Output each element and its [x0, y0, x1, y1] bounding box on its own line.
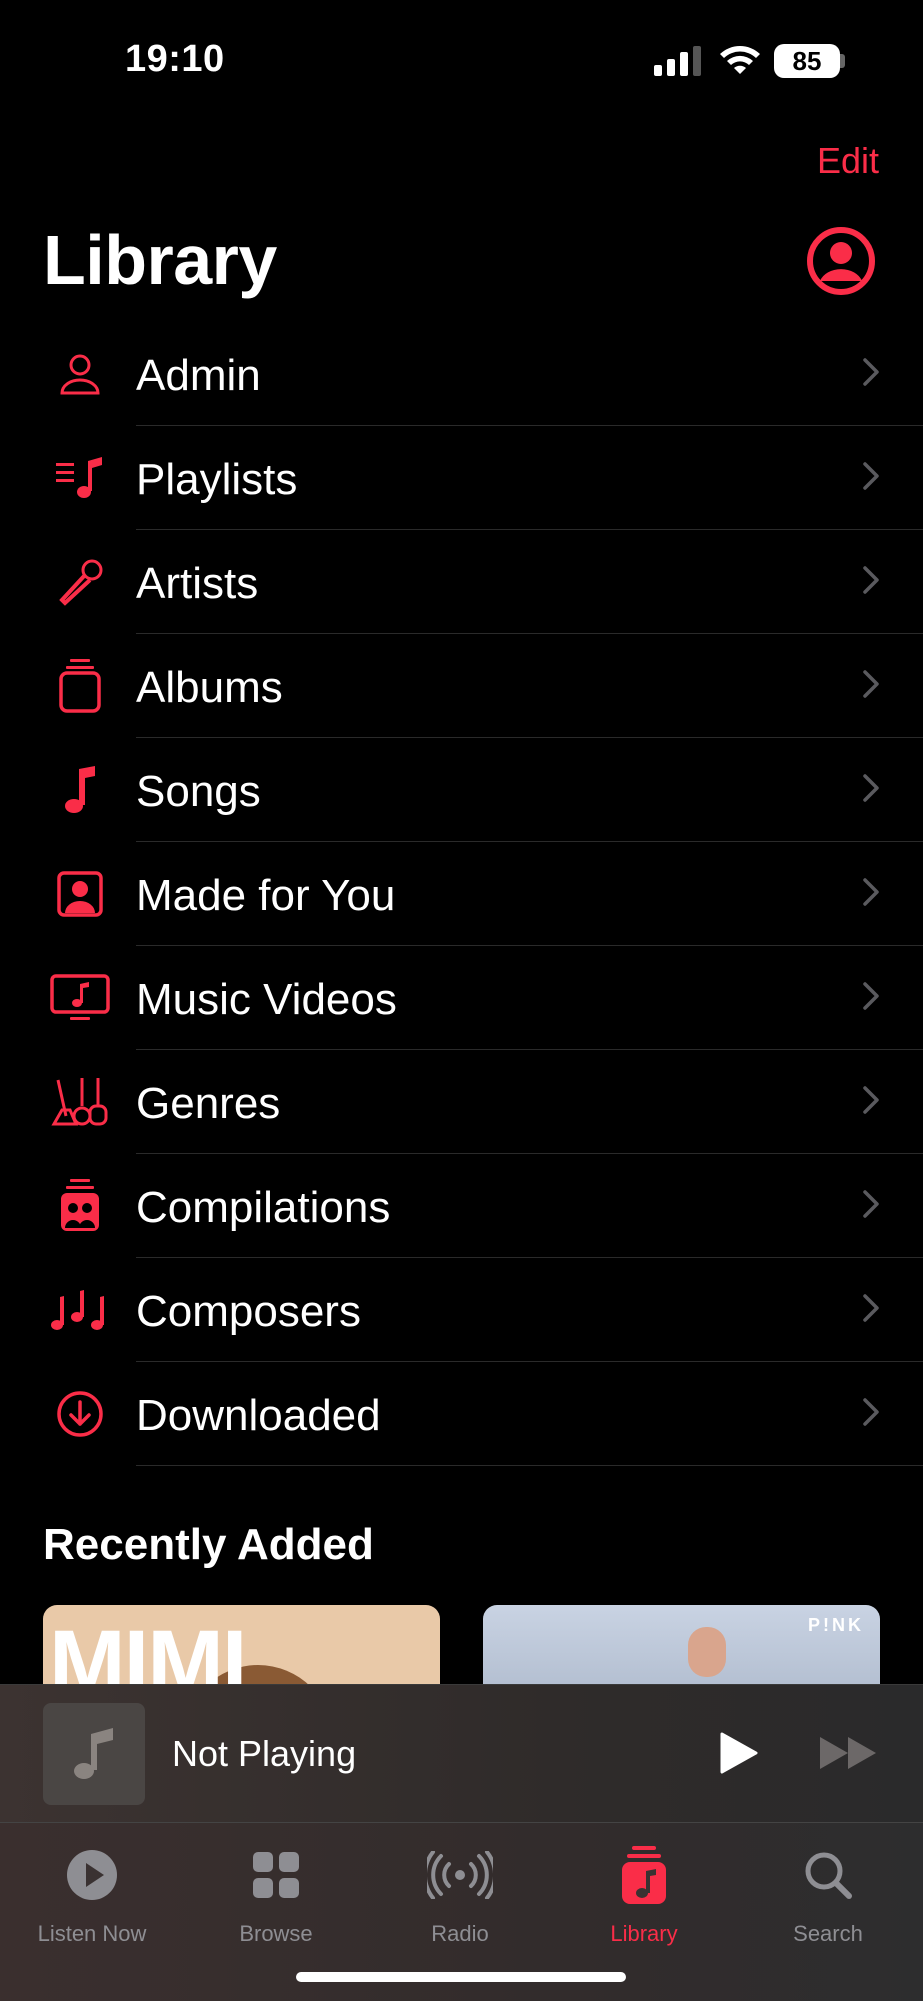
library-item-compilations[interactable]: Compilations	[0, 1154, 923, 1258]
chevron-right-icon	[863, 1294, 879, 1322]
library-item-composers[interactable]: Composers	[0, 1258, 923, 1362]
play-button[interactable]	[718, 1731, 760, 1775]
person-square-icon	[48, 868, 112, 920]
library-item-label: Composers	[136, 1287, 361, 1336]
tab-library[interactable]: Library	[552, 1835, 736, 1947]
library-item-songs[interactable]: Songs	[0, 738, 923, 842]
playlist-icon	[48, 452, 112, 504]
compilation-stack-icon	[48, 1179, 112, 1232]
chevron-right-icon	[863, 982, 879, 1010]
edit-button[interactable]: Edit	[817, 140, 879, 182]
battery-tip	[840, 54, 845, 68]
library-item-made-for-you[interactable]: Made for You	[0, 842, 923, 946]
library-item-label: Downloaded	[136, 1391, 381, 1440]
tv-music-icon	[48, 972, 112, 1024]
tab-label: Search	[793, 1921, 863, 1946]
library-item-label: Playlists	[136, 455, 298, 504]
album-stack-icon	[48, 659, 112, 713]
magnifying-glass-icon	[805, 1852, 852, 1899]
library-item-artists[interactable]: Artists	[0, 530, 923, 634]
library-item-genres[interactable]: Genres	[0, 1050, 923, 1154]
chevron-right-icon	[863, 462, 879, 490]
album-cover-text: P!NK	[808, 1615, 864, 1635]
library-item-music-videos[interactable]: Music Videos	[0, 946, 923, 1050]
person-circle-icon[interactable]	[806, 226, 876, 296]
home-indicator[interactable]	[296, 1972, 626, 1982]
tab-search[interactable]: Search	[736, 1835, 920, 1947]
library-item-label: Artists	[136, 559, 259, 608]
tab-label: Listen Now	[37, 1921, 147, 1946]
cellular-signal-icon	[654, 46, 701, 76]
wifi-icon	[720, 46, 760, 74]
library-item-label: Compilations	[136, 1183, 391, 1232]
radio-waves-icon	[427, 1851, 493, 1899]
download-circle-icon	[48, 1388, 112, 1440]
chevron-right-icon	[863, 1086, 879, 1114]
music-note-icon	[74, 1728, 113, 1779]
play-circle-icon	[67, 1850, 117, 1900]
chevron-right-icon	[863, 878, 879, 906]
library-item-label: Admin	[136, 351, 261, 400]
now-playing-title: Not Playing	[172, 1733, 357, 1774]
page-title: Library	[43, 221, 277, 299]
tab-label: Radio	[431, 1921, 489, 1946]
chevron-right-icon	[863, 1398, 879, 1426]
battery-icon: 85	[774, 44, 840, 78]
library-item-playlists[interactable]: Playlists	[0, 426, 923, 530]
fast-forward-button[interactable]	[818, 1735, 880, 1771]
library-list: Admin Playlists Artists Albums Songs Mad…	[0, 322, 923, 1466]
library-item-label: Made for You	[136, 871, 396, 920]
chevron-right-icon	[863, 670, 879, 698]
person-icon	[48, 348, 112, 400]
library-item-label: Songs	[136, 767, 261, 816]
tab-browse[interactable]: Browse	[184, 1835, 368, 1947]
tab-listen-now[interactable]: Listen Now	[0, 1835, 184, 1947]
grid-icon	[253, 1852, 299, 1898]
chevron-right-icon	[863, 358, 879, 386]
status-time: 19:10	[125, 38, 225, 80]
chevron-right-icon	[863, 774, 879, 802]
chevron-right-icon	[863, 566, 879, 594]
chevron-right-icon	[863, 1190, 879, 1218]
library-item-downloaded[interactable]: Downloaded	[0, 1362, 923, 1466]
album-cover-photo	[688, 1627, 726, 1677]
status-bar: 19:10 85	[0, 0, 923, 120]
library-item-label: Albums	[136, 663, 283, 712]
mini-player[interactable]: Not Playing	[0, 1684, 923, 1823]
library-item-label: Music Videos	[136, 975, 397, 1024]
library-music-icon	[622, 1846, 666, 1904]
row-separator	[136, 1465, 923, 1466]
tab-radio[interactable]: Radio	[368, 1835, 552, 1947]
artwork-placeholder	[43, 1703, 145, 1805]
recently-added-heading: Recently Added	[43, 1520, 374, 1569]
guitars-icon	[48, 1076, 112, 1128]
library-item-admin[interactable]: Admin	[0, 322, 923, 426]
library-item-albums[interactable]: Albums	[0, 634, 923, 738]
microphone-icon	[48, 556, 112, 608]
tab-label: Browse	[239, 1921, 313, 1946]
tab-label: Library	[610, 1921, 678, 1946]
music-notes-icon	[48, 1284, 112, 1336]
music-note-icon	[48, 764, 112, 816]
library-item-label: Genres	[136, 1079, 281, 1128]
